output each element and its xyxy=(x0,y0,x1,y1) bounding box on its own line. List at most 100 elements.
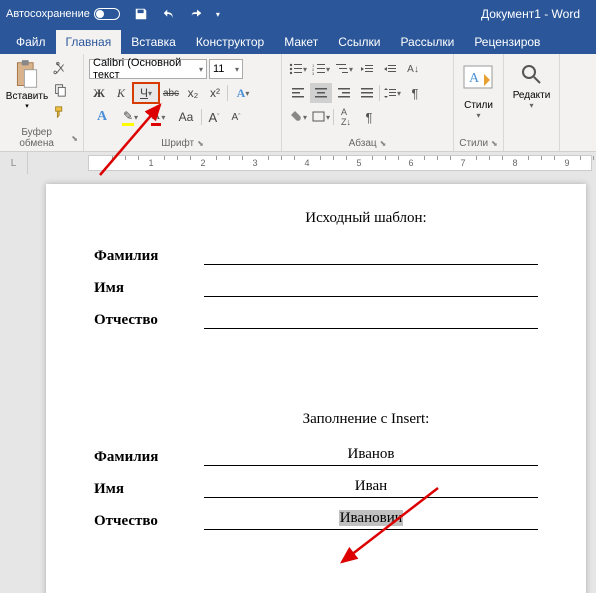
clipboard-icon xyxy=(13,59,41,91)
shading-button[interactable]: ▾ xyxy=(287,107,309,127)
autosave-toggle[interactable]: Автосохранение xyxy=(6,8,120,20)
sort-az-button[interactable]: AZ↓ xyxy=(335,107,357,127)
borders-button[interactable]: ▾ xyxy=(310,107,332,127)
selected-text: Иванович xyxy=(339,510,404,526)
title-bar: Автосохранение ▾ Документ1 - Word xyxy=(0,0,596,28)
undo-icon[interactable] xyxy=(160,5,178,23)
grow-font-button[interactable]: Aˇ xyxy=(204,107,224,127)
shrink-font-button[interactable]: Aˆ xyxy=(226,107,246,127)
save-icon[interactable] xyxy=(132,5,150,23)
copy-icon xyxy=(53,83,67,97)
bold-button[interactable]: Ж xyxy=(89,83,109,103)
decrease-indent-button[interactable] xyxy=(356,59,378,79)
tab-layout[interactable]: Макет xyxy=(274,30,328,54)
vertical-ruler[interactable] xyxy=(0,174,28,593)
styles-button[interactable]: A Стили ▾ xyxy=(462,57,496,120)
horizontal-ruler[interactable]: L 123456789 xyxy=(0,152,596,174)
autosave-label: Автосохранение xyxy=(6,8,90,20)
underline-button[interactable]: Ч ▾ xyxy=(133,83,159,103)
form-row: Фамилия xyxy=(94,245,538,265)
bullets-button[interactable]: ▾ xyxy=(287,59,309,79)
workspace: Исходный шаблон: Фамилия Имя Отчество За… xyxy=(0,174,596,593)
paste-button[interactable]: Вставить ▾ xyxy=(5,57,49,121)
group-font: Calibri (Основной текст▾ 11▾ Ж К Ч ▾ abc… xyxy=(84,54,282,151)
change-case-button[interactable]: Aa xyxy=(173,107,199,127)
format-painter-button[interactable] xyxy=(51,103,69,121)
chevron-down-icon: ▾ xyxy=(462,111,496,120)
form-row: ИмяИван xyxy=(94,478,538,498)
strike-button[interactable]: abc xyxy=(161,83,181,103)
chevron-down-icon: ▾ xyxy=(148,89,152,98)
chevron-down-icon: ▾ xyxy=(245,89,249,98)
para-group-label: Абзац xyxy=(349,138,377,149)
italic-button[interactable]: К xyxy=(111,83,131,103)
align-right-button[interactable] xyxy=(333,83,355,103)
underline-label: Ч xyxy=(140,86,148,100)
tab-design[interactable]: Конструктор xyxy=(186,30,274,54)
font-color-button[interactable]: A▾ xyxy=(145,107,171,127)
subscript-button[interactable]: x₂ xyxy=(183,83,203,103)
chevron-down-icon: ▾ xyxy=(513,101,551,110)
font-size-combo[interactable]: 11▾ xyxy=(209,59,243,79)
text-outline-button[interactable]: A xyxy=(89,107,115,127)
label-lastname: Фамилия xyxy=(94,449,204,466)
group-clipboard: Вставить ▾ Буфер обмена⬊ xyxy=(0,54,84,151)
cut-button[interactable] xyxy=(51,59,69,77)
value-lastname: Иванов xyxy=(204,446,538,466)
paragraph-mark-button[interactable]: ¶ xyxy=(358,107,380,127)
text-effects-button[interactable]: A▾ xyxy=(230,83,256,103)
line-spacing-button[interactable]: ▾ xyxy=(381,83,403,103)
highlight-button[interactable]: ✎▾ xyxy=(117,107,143,127)
chevron-down-icon: ▾ xyxy=(134,113,138,122)
font-group-label: Шрифт xyxy=(161,138,194,149)
group-editing: Редакти ▾ xyxy=(504,54,560,151)
tab-references[interactable]: Ссылки xyxy=(328,30,390,54)
numbering-button[interactable]: 123▾ xyxy=(310,59,332,79)
form-row: ФамилияИванов xyxy=(94,446,538,466)
tab-mailings[interactable]: Рассылки xyxy=(390,30,464,54)
dialog-launcher-icon[interactable]: ⬊ xyxy=(197,139,204,148)
tab-home[interactable]: Главная xyxy=(56,30,122,54)
svg-text:3: 3 xyxy=(312,71,315,75)
ribbon-tabs: Файл Главная Вставка Конструктор Макет С… xyxy=(0,28,596,54)
brush-icon xyxy=(53,105,67,119)
document-page[interactable]: Исходный шаблон: Фамилия Имя Отчество За… xyxy=(46,184,586,593)
chevron-down-icon: ▾ xyxy=(199,65,203,74)
form-row: ОтчествоИванович xyxy=(94,510,538,530)
sort-button[interactable]: A↓ xyxy=(402,59,424,79)
label-firstname: Имя xyxy=(94,280,204,297)
value-firstname: Иван xyxy=(204,478,538,498)
tab-insert[interactable]: Вставка xyxy=(121,30,186,54)
svg-text:A: A xyxy=(469,71,480,86)
superscript-button[interactable]: x² xyxy=(205,83,225,103)
align-left-button[interactable] xyxy=(287,83,309,103)
dialog-launcher-icon[interactable]: ⬊ xyxy=(380,139,387,148)
label-lastname: Фамилия xyxy=(94,248,204,265)
group-paragraph: ▾ 123▾ ▾ A↓ ▾ ¶ ▾ ▾ AZ↓ ¶ Абзац⬊ xyxy=(282,54,454,151)
document-title: Документ1 - Word xyxy=(481,7,580,21)
qat-dropdown-icon[interactable]: ▾ xyxy=(216,10,220,19)
tab-selector[interactable]: L xyxy=(0,152,28,174)
redo-icon[interactable] xyxy=(188,5,206,23)
scissors-icon xyxy=(53,61,67,75)
editing-button[interactable]: Редакти ▾ xyxy=(513,57,551,110)
tab-review[interactable]: Рецензиров xyxy=(464,30,550,54)
section-title-2: Заполнение с Insert: xyxy=(194,411,538,428)
clipboard-group-label: Буфер обмена xyxy=(5,127,68,149)
dialog-launcher-icon[interactable]: ⬊ xyxy=(491,139,498,148)
label-firstname: Имя xyxy=(94,481,204,498)
copy-button[interactable] xyxy=(51,81,69,99)
form-row: Имя xyxy=(94,277,538,297)
section-title-1: Исходный шаблон: xyxy=(194,210,538,227)
show-marks-button[interactable]: ¶ xyxy=(404,83,426,103)
align-center-button[interactable] xyxy=(310,83,332,103)
field-line xyxy=(204,277,538,297)
font-name-combo[interactable]: Calibri (Основной текст▾ xyxy=(89,59,207,79)
multilevel-button[interactable]: ▾ xyxy=(333,59,355,79)
dialog-launcher-icon[interactable]: ⬊ xyxy=(71,134,78,143)
styles-group-label: Стили xyxy=(459,138,488,149)
increase-indent-button[interactable] xyxy=(379,59,401,79)
value-patronymic: Иванович xyxy=(204,510,538,530)
tab-file[interactable]: Файл xyxy=(6,30,56,54)
justify-button[interactable] xyxy=(356,83,378,103)
